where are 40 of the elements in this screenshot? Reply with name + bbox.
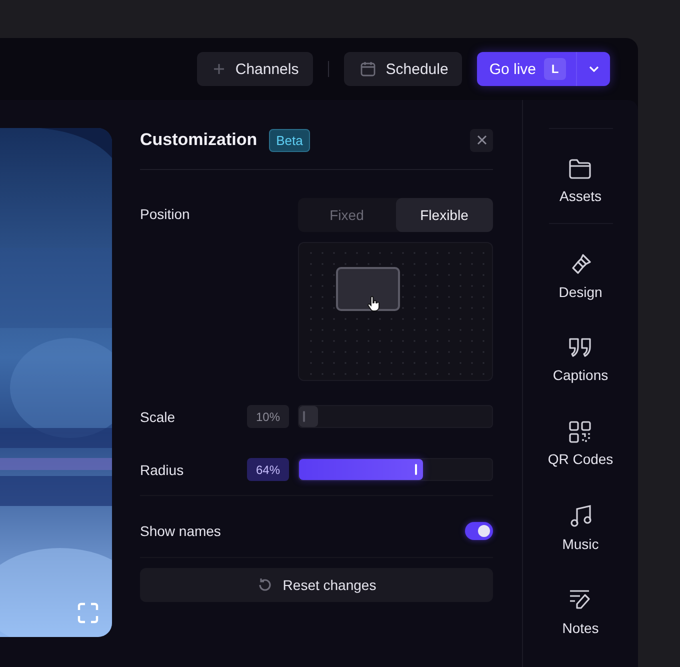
slider-reading: 64% [247,458,289,481]
fullscreen-icon[interactable] [77,602,99,624]
slider-track[interactable] [298,405,493,428]
position-option[interactable]: Flexible [396,198,493,232]
close-button[interactable] [470,128,493,152]
hand-cursor-icon [367,296,381,312]
slider-label: Radius [140,462,185,478]
calendar-icon [360,61,376,77]
close-icon [476,135,486,145]
slider-label: Scale [140,408,176,424]
slider-fill[interactable] [299,406,318,427]
schedule-button[interactable]: Schedule [344,52,462,86]
shortcut-key: L [544,58,566,80]
toggle-switch[interactable] [465,522,493,540]
position-frame[interactable] [336,267,400,311]
beta-badge: Beta [269,128,310,152]
show-names-label: Show names [140,523,221,539]
sidebar-item[interactable]: Assets [553,139,608,223]
qr-code-icon [569,421,592,443]
folder-icon [568,158,592,180]
sidebar-item[interactable]: Design [552,234,608,318]
chevron-icon [588,66,598,72]
slider-reading: 10% [247,405,289,428]
position-option[interactable]: Fixed [298,198,396,232]
sidebar-item[interactable]: Notes [556,570,605,654]
music-note-icon [570,504,592,528]
reset-icon [256,577,273,593]
sidebar-item[interactable]: Captions [546,318,614,402]
sidebar-item[interactable]: Music [556,486,605,570]
sidebar-item[interactable]: QR Codes [542,402,620,486]
channels-button[interactable]: Channels [197,52,313,86]
position-label: Position [140,206,190,222]
reset-button[interactable]: Reset changes [140,568,493,602]
slider-track[interactable] [298,458,493,481]
plus-icon [213,63,226,75]
slider-fill[interactable] [299,459,423,480]
panel-title: Customization [140,130,258,150]
go-live-button[interactable]: Go live [477,52,544,86]
quote-icon [568,337,592,359]
notes-pencil-icon [568,588,592,612]
